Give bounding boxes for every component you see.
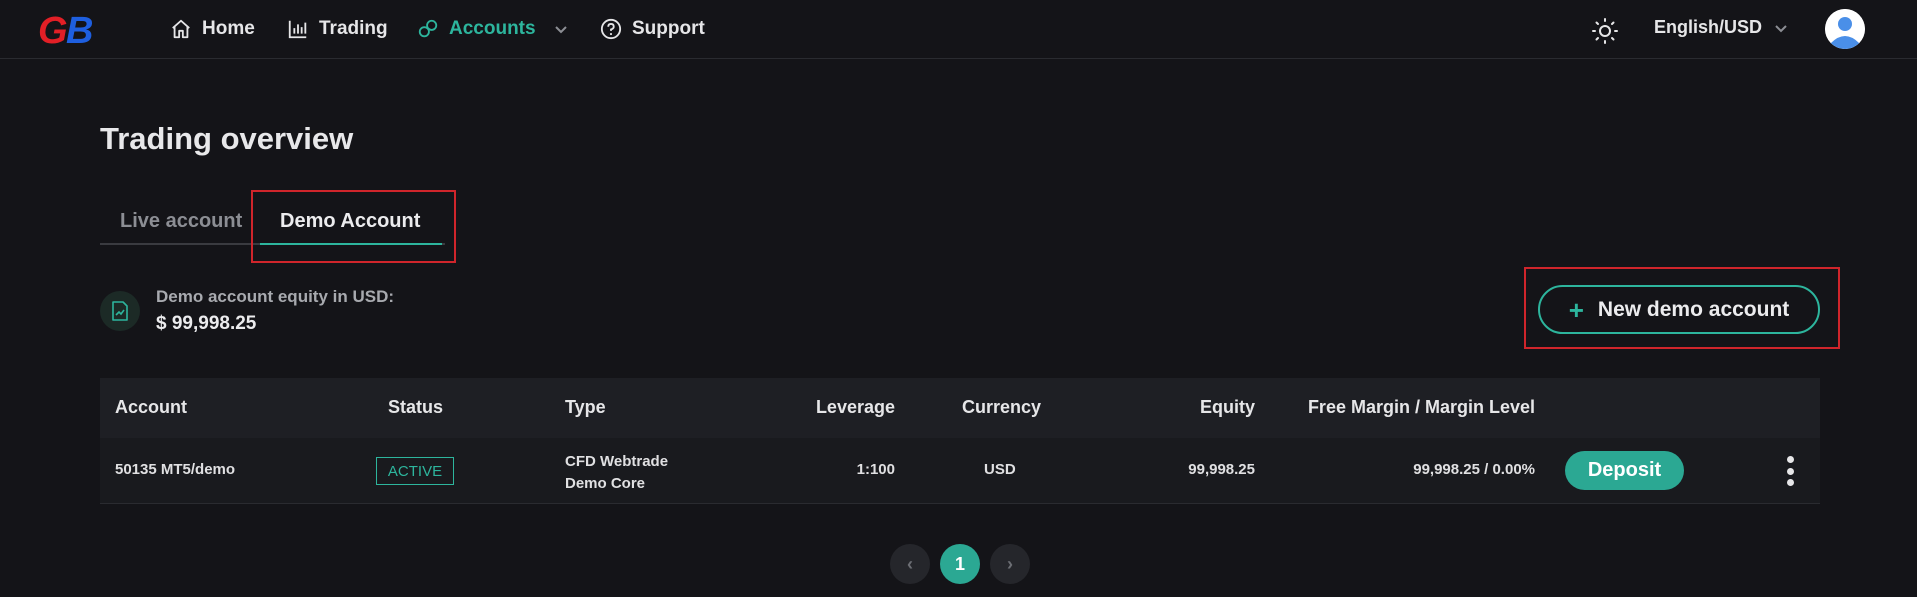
- bar-chart-icon: [288, 20, 307, 39]
- equity-value: $ 99,998.25: [156, 313, 257, 334]
- cell-account: 50135 MT5/demo: [115, 461, 236, 478]
- more-options-icon[interactable]: [1783, 456, 1797, 486]
- accounts-icon: [418, 19, 438, 38]
- nav-support[interactable]: Support: [600, 15, 705, 43]
- table-row: 50135 MT5/demo ACTIVE CFD Webtrade Demo …: [100, 438, 1820, 504]
- header-equity: Equity: [1199, 397, 1255, 417]
- header-free-margin: Free Margin / Margin Level: [1307, 397, 1535, 417]
- cell-type: CFD Webtrade Demo Core: [565, 451, 668, 495]
- header-type: Type: [565, 397, 606, 417]
- pagination-next-button[interactable]: ›: [990, 544, 1030, 584]
- nav-home-label: Home: [202, 18, 255, 39]
- nav-support-label: Support: [632, 18, 705, 39]
- pagination-page-1[interactable]: 1: [940, 544, 980, 584]
- nav-trading-label: Trading: [319, 18, 388, 39]
- language-selector[interactable]: English/USD: [1654, 17, 1788, 38]
- header-currency: Currency: [962, 397, 1042, 417]
- question-circle-icon: [600, 18, 622, 40]
- theme-toggle-button[interactable]: [1590, 16, 1620, 46]
- header-status: Status: [388, 397, 444, 417]
- home-icon: [172, 19, 190, 39]
- tab-live-account[interactable]: Live account: [120, 210, 242, 233]
- svg-text:G: G: [38, 10, 68, 50]
- sun-icon: [1592, 18, 1618, 44]
- user-icon: [1825, 9, 1865, 49]
- gb-logo[interactable]: G B: [38, 10, 102, 52]
- pagination-prev-button[interactable]: ‹: [890, 544, 930, 584]
- accounts-table: Account Status Type Leverage Currency Eq…: [100, 378, 1820, 504]
- highlight-box-new-demo: [1524, 267, 1840, 349]
- table-header: Account Status Type Leverage Currency Eq…: [100, 378, 1820, 438]
- header-account: Account: [115, 397, 187, 417]
- nav-trading[interactable]: Trading: [287, 15, 388, 43]
- language-label: English/USD: [1654, 17, 1763, 37]
- status-badge: ACTIVE: [376, 457, 454, 485]
- logo-icon: G B: [38, 10, 93, 52]
- svg-text:B: B: [66, 10, 93, 50]
- equity-label: Demo account equity in USD:: [156, 287, 395, 306]
- nav-home[interactable]: Home: [170, 15, 255, 43]
- cell-equity: 99,998.25: [1188, 461, 1255, 478]
- document-chart-icon: [112, 301, 128, 321]
- nav-accounts-label: Accounts: [449, 18, 536, 39]
- cell-type-line2: Demo Core: [565, 475, 646, 492]
- user-avatar[interactable]: [1825, 9, 1865, 49]
- chevron-down-icon: [1775, 24, 1787, 32]
- nav-accounts[interactable]: Accounts: [417, 15, 568, 43]
- highlight-box-demo-tab: [251, 190, 456, 263]
- cell-leverage: 1:100: [856, 461, 895, 478]
- equity-icon-container: [100, 291, 140, 331]
- cell-type-line1: CFD Webtrade: [565, 453, 669, 470]
- chevron-down-icon: [554, 26, 567, 34]
- header-leverage: Leverage: [815, 397, 895, 417]
- cell-currency: USD: [984, 461, 1016, 478]
- top-navigation-bar: G B Home Trading Accounts Support Englis…: [0, 0, 1917, 59]
- cell-free-margin: 99,998.25 / 0.00%: [1413, 461, 1535, 478]
- page-title: Trading overview: [100, 121, 354, 156]
- deposit-button[interactable]: Deposit: [1565, 451, 1684, 490]
